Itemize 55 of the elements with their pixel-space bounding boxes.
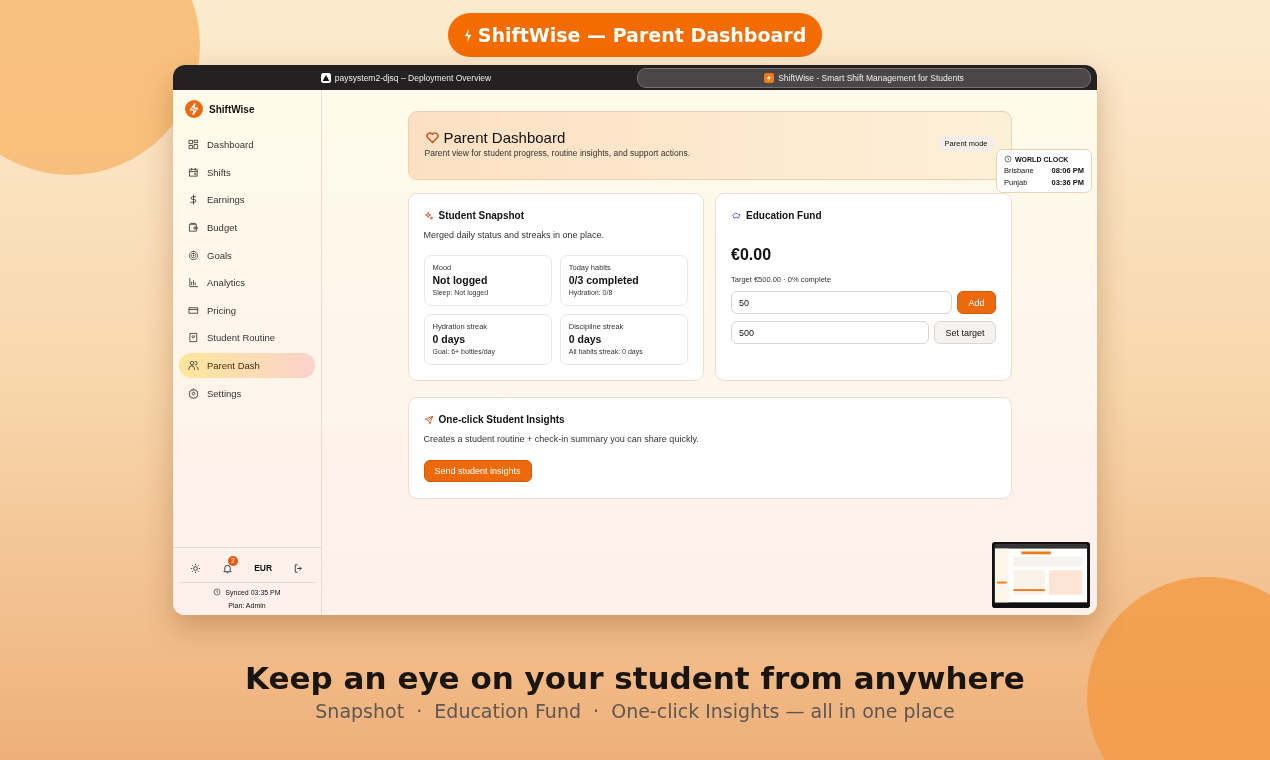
nav-icon <box>188 387 199 399</box>
logout-icon[interactable] <box>293 562 305 574</box>
nav-icon <box>188 222 199 234</box>
brand-name: ShiftWise <box>209 103 255 115</box>
sidebar-item[interactable]: Shifts <box>179 159 315 186</box>
set-target-button[interactable]: Set target <box>934 321 996 344</box>
card-title: One-click Student Insights <box>438 414 565 425</box>
sparkle-icon <box>423 210 434 221</box>
page-title: Parent Dashboard <box>443 129 566 146</box>
card-subtitle: Merged daily status and streaks in one place. <box>423 230 606 240</box>
nav-icon <box>188 332 199 344</box>
sidebar-item[interactable]: Earnings <box>179 187 315 213</box>
fund-amount: €0.00 <box>731 246 773 264</box>
banner-title: ShiftWise — Parent Dashboard <box>477 24 807 46</box>
logo-icon <box>185 100 203 118</box>
sidebar-item[interactable]: Goals <box>179 242 315 268</box>
lightning-icon <box>463 28 472 42</box>
nav-icon <box>188 139 199 151</box>
stat-value: 0 days <box>568 333 603 345</box>
triangle-icon <box>320 72 331 83</box>
nav-icon <box>188 360 199 372</box>
browser-tab[interactable]: paysystem2-djsq – Deployment Overview <box>179 67 633 88</box>
sidebar-item[interactable]: Parent Dash <box>179 352 315 379</box>
card-title: Student Snapshot <box>438 210 525 221</box>
heart-icon <box>424 130 440 145</box>
stat-value: Not logged <box>432 274 489 286</box>
piggy-bank-icon <box>731 210 741 221</box>
send-icon <box>423 414 434 425</box>
clock-icon <box>1004 155 1012 163</box>
sidebar-item[interactable]: Dashboard <box>179 132 315 158</box>
sidebar-item[interactable]: Student Routine <box>179 325 315 351</box>
amount-field[interactable]: 500 <box>731 321 930 344</box>
stat-value: 0 days <box>432 333 467 345</box>
nav-icon <box>188 304 199 316</box>
sidebar-item[interactable]: Analytics <box>179 269 315 296</box>
tagline-title: Keep an eye on your student from anywhere <box>245 660 1025 696</box>
tagline-subtitle: Snapshot · Education Fund · One-click Insights — all in one place <box>315 700 955 722</box>
nav-icon <box>188 277 199 289</box>
page-subtitle: Parent view for student progress, routine insights, and support actions. <box>424 148 691 158</box>
stat-value: 0/3 completed <box>568 274 640 286</box>
nav-icon <box>188 194 199 206</box>
nav-icon <box>188 249 199 261</box>
browser-tab[interactable]: ShiftWise - Smart Shift Management for Students <box>637 67 1091 88</box>
card-title: Education Fund <box>746 210 822 221</box>
amount-field[interactable]: 50 <box>731 291 953 314</box>
sidebar-item[interactable]: Pricing <box>179 297 315 324</box>
sidebar-item[interactable]: Budget <box>179 214 315 241</box>
card-subtitle: Creates a student routine + check-in summary you can share quickly. <box>423 434 700 444</box>
lightning-icon <box>764 72 775 83</box>
nav-icon <box>188 166 199 178</box>
currency-button[interactable]: EUR <box>254 563 273 573</box>
clock-icon <box>213 588 222 596</box>
bell-icon[interactable] <box>221 562 233 574</box>
sun-icon[interactable] <box>189 562 201 574</box>
sidebar-item[interactable]: Settings <box>179 380 315 406</box>
